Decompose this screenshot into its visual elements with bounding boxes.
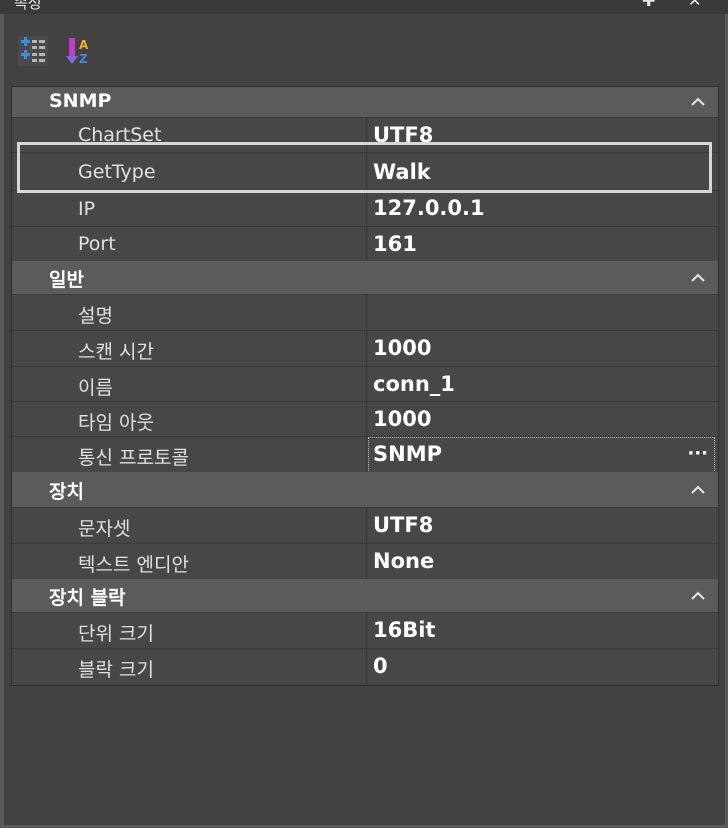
property-row-charset[interactable]: 문자셋 UTF8 bbox=[12, 507, 718, 544]
property-value[interactable]: 1000 bbox=[373, 336, 431, 360]
column-divider bbox=[366, 331, 367, 367]
property-name: 단위 크기 bbox=[78, 623, 154, 645]
alphabetical-sort-icon[interactable]: A Z bbox=[66, 36, 96, 66]
property-row-protocol[interactable]: 통신 프로토콜 SNMP ··· bbox=[12, 436, 718, 473]
column-divider bbox=[366, 191, 367, 227]
property-row-timeout[interactable]: 타임 아웃 1000 bbox=[12, 401, 718, 437]
close-icon[interactable]: ✕ bbox=[688, 0, 701, 10]
category-device[interactable]: 장치 bbox=[12, 472, 718, 507]
property-row-ip[interactable]: IP 127.0.0.1 bbox=[12, 190, 718, 227]
svg-text:Z: Z bbox=[79, 52, 88, 66]
property-name: 설명 bbox=[78, 305, 113, 327]
svg-text:A: A bbox=[79, 38, 89, 52]
category-general[interactable]: 일반 bbox=[12, 261, 718, 294]
property-value[interactable]: 16Bit bbox=[373, 618, 435, 642]
column-divider bbox=[366, 649, 367, 685]
property-value[interactable]: 0 bbox=[373, 654, 388, 678]
chevron-up-icon[interactable] bbox=[690, 485, 706, 495]
property-row-scan-time[interactable]: 스캔 시간 1000 bbox=[12, 330, 718, 367]
highlight-frame bbox=[17, 142, 712, 193]
property-value[interactable]: 1000 bbox=[373, 407, 431, 431]
ellipsis-button[interactable]: ··· bbox=[687, 443, 708, 464]
property-name: 통신 프로토콜 bbox=[78, 447, 189, 469]
property-name: 타임 아웃 bbox=[78, 412, 154, 434]
property-name: 블락 크기 bbox=[78, 659, 154, 681]
category-label: 장치 블락 bbox=[49, 587, 126, 609]
category-label: 장치 bbox=[49, 481, 84, 503]
column-divider bbox=[366, 367, 367, 402]
window-border-left bbox=[0, 14, 4, 828]
column-divider bbox=[366, 544, 367, 580]
column-divider bbox=[366, 402, 367, 437]
property-name: 이름 bbox=[78, 377, 113, 399]
property-row-name[interactable]: 이름 conn_1 bbox=[12, 366, 718, 402]
property-name: 텍스트 엔디안 bbox=[78, 554, 189, 576]
pin-icon[interactable]: ✚ bbox=[642, 0, 655, 10]
property-toolbar: A Z bbox=[4, 14, 725, 84]
property-value[interactable]: 161 bbox=[373, 232, 417, 256]
chevron-up-icon[interactable] bbox=[690, 273, 706, 283]
property-value[interactable]: SNMP bbox=[373, 442, 442, 466]
property-row-description[interactable]: 설명 bbox=[12, 294, 718, 331]
property-row-unit-size[interactable]: 단위 크기 16Bit bbox=[12, 612, 718, 649]
property-value[interactable]: None bbox=[373, 549, 434, 573]
chevron-up-icon[interactable] bbox=[690, 97, 706, 107]
panel-title: 속성 bbox=[14, 0, 42, 12]
property-name: 스캔 시간 bbox=[78, 341, 154, 363]
column-divider bbox=[366, 295, 367, 331]
property-name: IP bbox=[78, 198, 96, 220]
property-name: Port bbox=[78, 233, 116, 255]
property-value[interactable]: 127.0.0.1 bbox=[373, 196, 485, 220]
category-snmp[interactable]: SNMP bbox=[12, 87, 718, 117]
category-device-block[interactable]: 장치 블락 bbox=[12, 579, 718, 612]
panel-title-bar: 속성 ✚ ✕ bbox=[0, 0, 728, 14]
column-divider bbox=[366, 227, 367, 262]
category-label: 일반 bbox=[49, 269, 84, 291]
property-row-port[interactable]: Port 161 bbox=[12, 226, 718, 262]
property-name: 문자셋 bbox=[78, 518, 131, 540]
categorized-view-icon[interactable] bbox=[18, 36, 48, 66]
property-row-text-endian[interactable]: 텍스트 엔디안 None bbox=[12, 543, 718, 580]
property-row-block-size[interactable]: 블락 크기 0 bbox=[12, 648, 718, 685]
column-divider bbox=[366, 508, 367, 544]
chevron-up-icon[interactable] bbox=[690, 591, 706, 601]
property-value[interactable]: conn_1 bbox=[373, 372, 455, 396]
column-divider bbox=[366, 437, 367, 473]
category-label: SNMP bbox=[49, 90, 112, 112]
column-divider bbox=[366, 613, 367, 649]
property-value[interactable]: UTF8 bbox=[373, 513, 433, 537]
